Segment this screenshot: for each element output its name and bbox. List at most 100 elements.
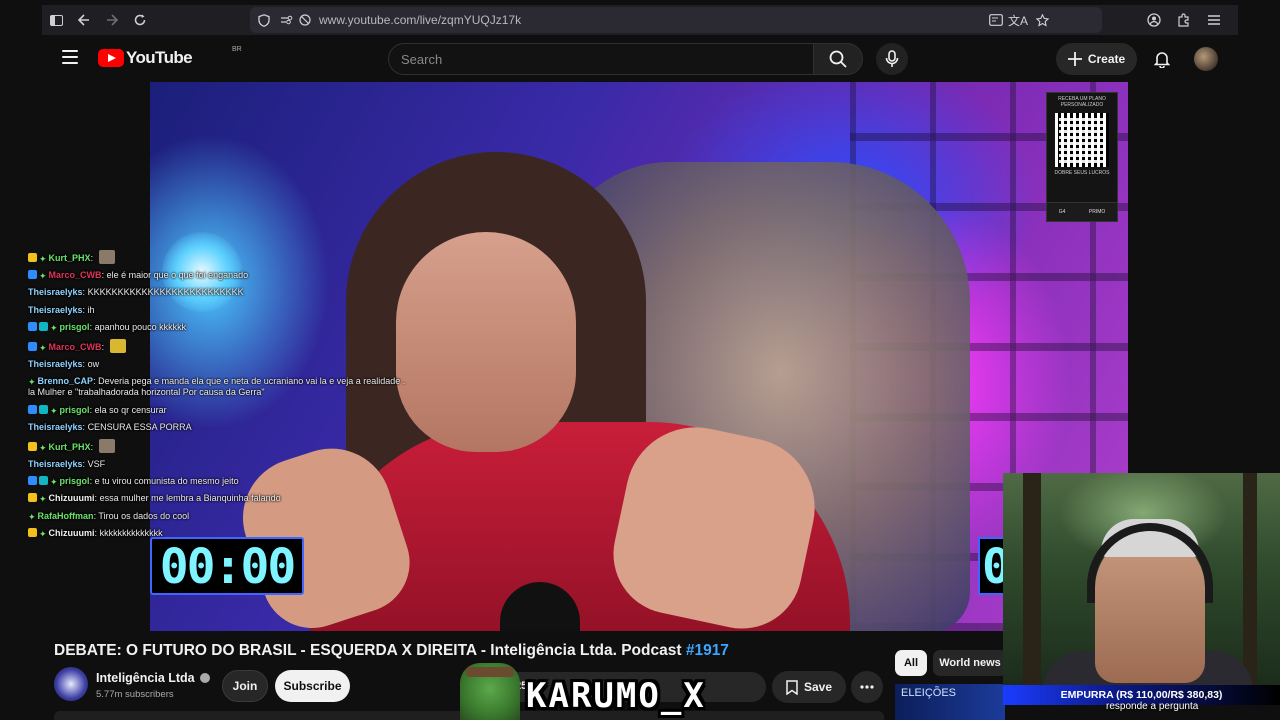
mod-badge-icon [28,270,37,280]
chat-username[interactable]: Theisraelyks [28,287,83,297]
youtube-masthead: YouTube BR Create [42,36,1238,82]
notifications-button[interactable] [1148,45,1176,73]
url-text[interactable]: www.youtube.com/live/zqmYUQJz17k [319,13,521,27]
account-icon[interactable] [1140,6,1168,34]
streamer-brand-text: KARUMO_X [526,676,706,716]
microphone-icon [885,50,899,67]
extensions-icon[interactable] [1170,6,1198,34]
chat-username[interactable]: Theisraelyks [28,305,83,315]
chat-message: ✦ Marco_CWB: ele é maior que o que foi en… [28,270,408,281]
live-chat-overlay: ✦ Kurt_PHX: ✦ Marco_CWB: ele é maior que o… [28,250,408,545]
reload-icon[interactable] [126,6,154,34]
chat-username[interactable]: Theisraelyks [28,459,83,469]
channel-name[interactable]: Inteligência Ltda [96,671,210,685]
debate-timer-right: 0 [978,537,1004,595]
chat-message: ✦ Brenno_CAP: Deveria pega e manda ela qu… [28,376,408,398]
chat-emote-icon [98,438,115,453]
qr-code [1055,113,1109,167]
chat-message: ✦ Kurt_PHX: [28,438,408,453]
chat-text: ow [87,359,100,370]
chat-username[interactable]: Kurt_PHX [49,253,91,263]
star-badge-icon: ✦ [28,377,36,388]
browser-toolbar: www.youtube.com/live/zqmYUQJz17k 文A [42,5,1238,35]
chat-text: Tirou os dados do cool [98,510,190,521]
question-caption: responde a pergunta [1106,701,1199,712]
recommended-thumbnail[interactable]: ELEIÇÕES [895,684,1005,720]
chat-username[interactable]: Theisraelyks [28,359,83,369]
qr-brand-left: G4 [1058,209,1066,215]
chat-username[interactable]: Chizuuumi [49,528,95,538]
save-button[interactable]: Save [772,671,846,703]
chat-username[interactable]: Marco_CWB [49,342,102,352]
chat-username[interactable]: Theisraelyks [28,422,83,432]
chat-badges: ✦ [28,376,38,387]
create-label: Create [1087,52,1126,66]
search-box[interactable] [388,43,814,75]
chat-username[interactable]: prisgol [60,476,90,486]
account-avatar[interactable] [1194,47,1218,71]
subscriber-count: 5.77m subscribers [96,689,174,700]
chip-world-news[interactable]: World news [933,650,1007,676]
video-title: DEBATE: O FUTURO DO BRASIL - ESQUERDA X … [54,642,729,660]
join-button[interactable]: Join [222,670,268,702]
jungle-tree [1023,473,1041,685]
subscribe-button[interactable]: Subscribe [275,670,350,702]
mod-badge-icon [28,404,37,414]
more-actions-button[interactable] [851,671,883,703]
sidebar-toggle-icon[interactable] [42,6,70,34]
chat-username[interactable]: Kurt_PHX [49,442,91,452]
chat-message: Theisraelyks: KKKKKKKKKKKKKKKKKKKKKKKKKK [28,287,408,298]
shield-icon[interactable] [258,13,270,27]
forward-icon[interactable] [98,6,126,34]
sub-badge-icon [39,404,48,414]
mod-badge-icon [28,321,37,331]
chip-all[interactable]: All [895,650,927,676]
chat-emote-icon [98,250,115,264]
chat-badges: ✦ [28,511,38,522]
chat-username[interactable]: RafaHoffman [38,511,94,521]
chat-username[interactable]: Chizuuumi [49,493,95,503]
menu-icon[interactable] [1200,6,1228,34]
qr-caption-bottom: DOBRE SEUS LUCROS [1054,170,1110,176]
address-bar[interactable]: www.youtube.com/live/zqmYUQJz17k [250,7,1102,33]
video-hashtag[interactable]: #1917 [686,642,729,659]
crown-badge-icon [28,527,37,537]
channel-name-text[interactable]: Inteligência Ltda [96,671,195,685]
mod-badge-icon [28,476,37,486]
chat-message: ✦ RafaHoffman: Tirou os dados do cool [28,511,408,522]
chat-message: ✦ prisgol: e tu virou comunista do mesmo … [28,476,408,487]
crown-badge-icon [28,493,37,503]
youtube-logo[interactable]: YouTube BR [98,46,242,68]
search-button[interactable] [813,43,863,75]
chat-text: e tu virou comunista do mesmo jeito [94,476,239,487]
chat-username[interactable]: Marco_CWB [49,270,102,280]
crown-badge-icon [28,253,37,262]
chat-badges: ✦ [28,404,60,416]
channel-avatar[interactable] [54,667,88,701]
search-icon [829,50,847,68]
save-icon [786,679,798,695]
permissions-icon[interactable] [280,15,293,25]
chat-username[interactable]: prisgol [60,405,90,415]
chat-username[interactable]: Brenno_CAP [38,376,94,386]
chat-text: essa mulher me lembra a Bianquinha falan… [99,493,281,504]
back-icon[interactable] [70,6,98,34]
voice-search-button[interactable] [876,43,908,75]
chat-text: kkkkkkkkkkkkkk [99,527,163,538]
autoplay-blocked-icon[interactable] [299,14,311,26]
bookmark-star-icon[interactable] [1028,6,1056,34]
chat-text: VSF [87,459,106,470]
region-code: BR [232,46,242,53]
guide-menu-icon[interactable] [62,50,78,64]
sub-badge-icon [39,476,48,486]
create-button[interactable]: Create [1056,43,1137,75]
youtube-play-icon [98,49,124,67]
chat-separator: : [90,441,96,452]
thumbnail-text: ELEIÇÕES [901,687,957,699]
star-badge-icon: ✦ [39,271,47,282]
chat-badges: ✦ [28,441,49,453]
debate-timer-left: 00:00 [150,537,304,595]
chat-username[interactable]: prisgol [60,322,90,332]
qr-brand-footer: G4 PRIMO [1046,202,1118,222]
search-input[interactable] [401,52,781,67]
